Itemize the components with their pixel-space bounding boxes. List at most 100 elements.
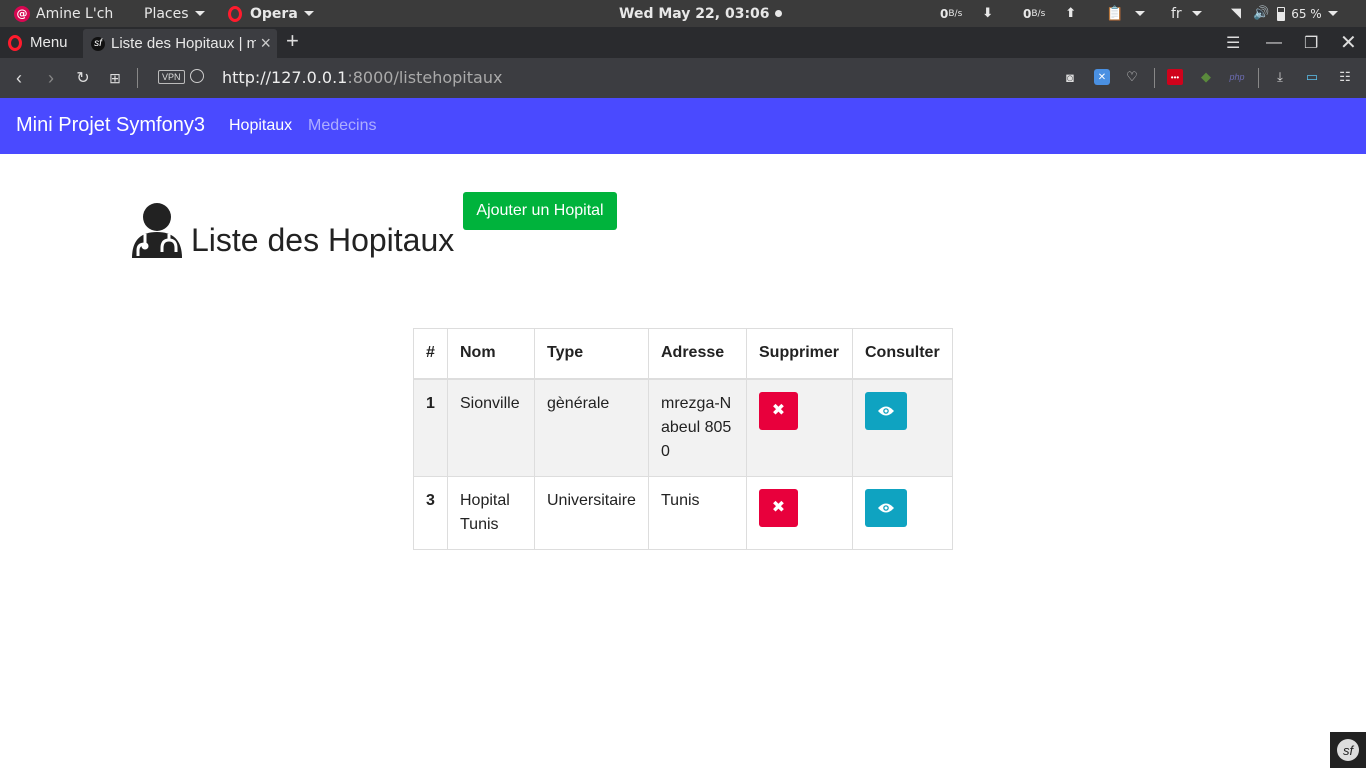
- system-top-bar: @ Amine L'ch Places Opera Wed May 22, 03…: [0, 0, 1366, 27]
- row-adresse: Tunis: [648, 475, 747, 550]
- navbar-brand[interactable]: Mini Projet Symfony3: [16, 114, 205, 137]
- close-window-icon[interactable]: ✕: [1340, 27, 1357, 58]
- row-type: gènérale: [534, 378, 649, 477]
- easy-setup-icon[interactable]: ☷: [1337, 69, 1353, 85]
- places-label: Places: [144, 5, 189, 22]
- url-field[interactable]: http://127.0.0.1:8000/listehopitaux: [222, 68, 502, 87]
- extension-icon[interactable]: •••: [1167, 69, 1183, 85]
- language-menu[interactable]: fr: [1171, 0, 1202, 27]
- wifi-icon: ◥: [1231, 6, 1241, 21]
- reload-icon[interactable]: ↻: [72, 66, 94, 90]
- places-menu[interactable]: Places: [144, 0, 205, 27]
- menu-label: Menu: [30, 34, 68, 51]
- chevron-down-icon: [194, 11, 205, 16]
- notification-dot-icon: [774, 10, 782, 17]
- download-icon[interactable]: ⤓: [1272, 69, 1288, 85]
- user-name: Amine L'ch: [36, 5, 114, 22]
- times-icon: ✖: [771, 498, 786, 516]
- row-id: 3: [413, 475, 448, 550]
- times-icon: ✖: [771, 401, 786, 419]
- row-view-cell: [852, 378, 953, 477]
- new-tab-button[interactable]: +: [286, 28, 299, 54]
- net-up-unit: B/s: [1031, 8, 1046, 19]
- minimize-icon[interactable]: —: [1266, 27, 1282, 58]
- header-adresse: Adresse: [648, 328, 747, 380]
- speed-dial-icon[interactable]: ⊞: [104, 66, 126, 90]
- divider: [1154, 68, 1155, 88]
- browser-tab[interactable]: sf Liste des Hopitaux | m ×: [83, 29, 277, 58]
- camera-icon[interactable]: ◙: [1062, 69, 1078, 85]
- site-navbar: Mini Projet Symfony3 Hopitaux Medecins: [0, 98, 1366, 154]
- chevron-down-icon: [1191, 11, 1202, 16]
- battery-icon: [1277, 6, 1286, 21]
- table-row: 1 Sionville gènérale mrezga-Nabeul 8050 …: [413, 378, 953, 477]
- clock-text: Wed May 22, 03:06: [619, 5, 770, 22]
- language-label: fr: [1171, 5, 1182, 22]
- opera-icon: [228, 5, 242, 22]
- eye-icon: [878, 503, 894, 512]
- arrow-up-icon: ⬆: [1065, 6, 1077, 21]
- nav-link-medecins[interactable]: Medecins: [308, 117, 376, 135]
- battery-percent: 65 %: [1291, 6, 1322, 21]
- close-icon[interactable]: ×: [260, 33, 271, 54]
- system-status-menu[interactable]: ◥ 🔊 65 %: [1231, 0, 1338, 27]
- vpn-badge[interactable]: VPN: [158, 70, 185, 84]
- row-delete-cell: ✖: [746, 475, 853, 550]
- tab-title: Liste des Hopitaux | m: [111, 35, 256, 52]
- row-nom: Sionville: [447, 378, 535, 477]
- tab-menu-icon[interactable]: ☰: [1226, 27, 1240, 58]
- opera-menu-button[interactable]: Menu: [8, 27, 68, 58]
- row-id: 1: [413, 378, 448, 477]
- row-adresse: mrezga-Nabeul 8050: [648, 378, 747, 477]
- delete-button[interactable]: ✖: [759, 488, 798, 527]
- chevron-down-icon: [1135, 11, 1146, 16]
- header-supprimer: Supprimer: [746, 328, 853, 380]
- forward-icon[interactable]: ›: [40, 66, 62, 90]
- url-path: :8000/listehopitaux: [347, 68, 503, 87]
- chevron-down-icon: [303, 11, 314, 16]
- net-down-unit: B/s: [948, 8, 963, 19]
- globe-icon[interactable]: [190, 69, 204, 83]
- row-adresse-text: mrezga-Nabeul 8050: [661, 394, 732, 460]
- volume-icon: 🔊: [1253, 6, 1270, 21]
- header-type: Type: [534, 328, 649, 380]
- row-nom: Hopital Tunis: [447, 475, 535, 550]
- header-number: #: [413, 328, 448, 380]
- arrow-down-icon: ⬇: [982, 6, 994, 21]
- row-delete-cell: ✖: [746, 378, 853, 477]
- heart-icon[interactable]: ♡: [1124, 69, 1140, 85]
- add-hospital-button[interactable]: Ajouter un Hopital: [463, 192, 617, 230]
- net-down-value: 0: [940, 6, 949, 21]
- nav-link-hopitaux[interactable]: Hopitaux: [229, 117, 292, 135]
- row-type: Universitaire: [534, 475, 649, 550]
- net-down-indicator: 0 B/s ⬇: [940, 0, 993, 27]
- back-icon[interactable]: ‹: [8, 66, 30, 90]
- user-doctor-icon: [132, 203, 182, 258]
- divider: [137, 68, 138, 88]
- page-title: Liste des Hopitaux: [191, 222, 455, 258]
- net-up-indicator: 0 B/s ⬆: [1023, 0, 1076, 27]
- eye-icon: [878, 406, 894, 415]
- user-menu[interactable]: @ Amine L'ch: [14, 0, 113, 27]
- header-nom: Nom: [447, 328, 535, 380]
- symfony-icon: sf: [1337, 739, 1359, 761]
- clipboard-icon: 📋: [1106, 5, 1124, 22]
- table-header-row: # Nom Type Adresse Supprimer Consulter: [413, 328, 953, 380]
- php-extension-icon[interactable]: php: [1229, 69, 1245, 85]
- view-button[interactable]: [865, 391, 907, 430]
- symfony-toolbar-toggle[interactable]: sf: [1330, 732, 1366, 768]
- debian-icon: @: [14, 5, 30, 22]
- clock[interactable]: Wed May 22, 03:06: [619, 0, 782, 27]
- net-up-value: 0: [1023, 6, 1032, 21]
- clipboard-menu[interactable]: 📋: [1106, 0, 1146, 27]
- adblock-icon[interactable]: ✕: [1094, 69, 1110, 85]
- delete-button[interactable]: ✖: [759, 391, 798, 430]
- extension-cube-icon[interactable]: ◆: [1198, 69, 1214, 85]
- restore-icon[interactable]: ❐: [1304, 27, 1318, 58]
- browser-address-bar: ‹ › ↻ ⊞ VPN http://127.0.0.1:8000/listeh…: [0, 58, 1366, 98]
- app-menu[interactable]: Opera: [228, 0, 314, 27]
- opera-icon: [8, 34, 22, 51]
- battery-saver-icon[interactable]: ▭: [1304, 69, 1320, 85]
- url-host: http://127.0.0.1: [222, 68, 348, 87]
- view-button[interactable]: [865, 488, 907, 527]
